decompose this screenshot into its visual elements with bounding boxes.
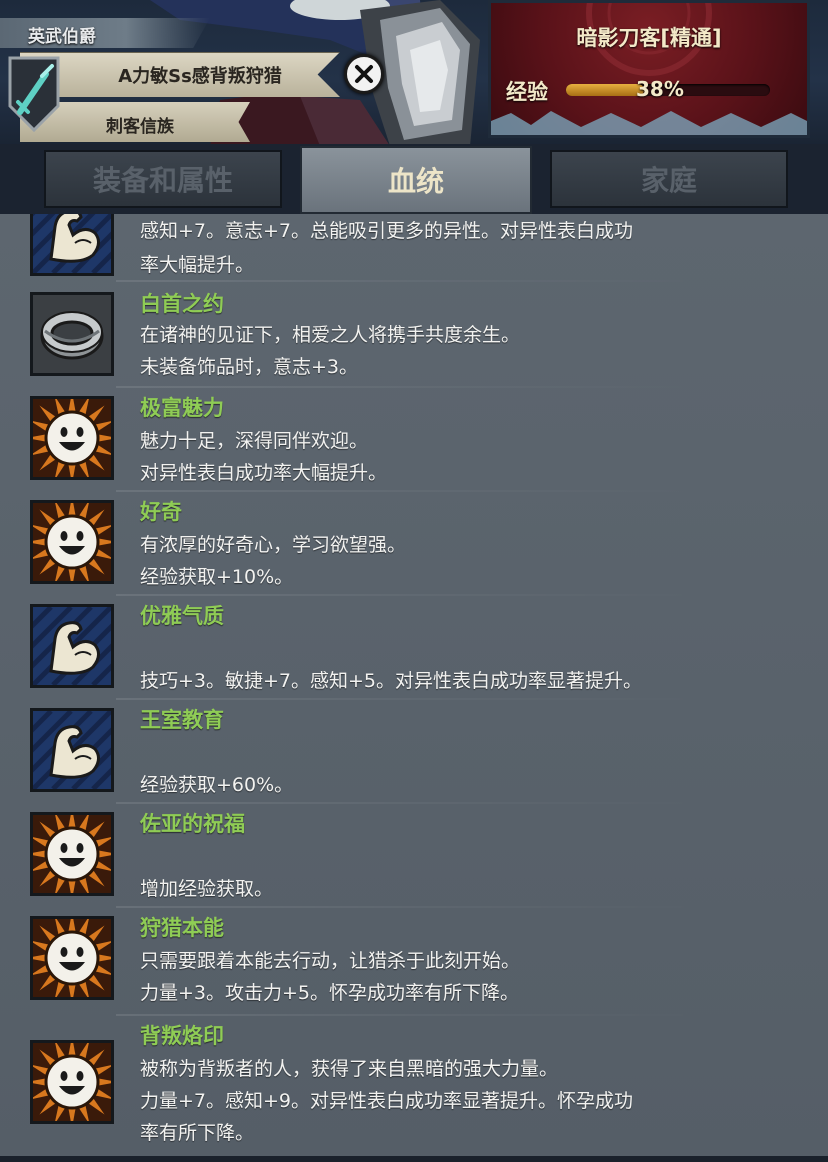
bottom-border [0, 1156, 828, 1162]
ring-icon [30, 292, 114, 376]
clan-name: 刺客信族 [106, 117, 174, 137]
muscle-arm-icon [30, 214, 114, 276]
divider [116, 280, 706, 282]
trait-description: 率大幅提升。 [140, 254, 255, 276]
character-header: 英武伯爵 A力敏Ss感背叛狩猎 刺客信族 暗影刀客[精通] 经验 38% [0, 0, 828, 146]
trait-name: 佐亚的祝福 [140, 812, 245, 836]
divider [116, 490, 706, 492]
muscle-arm-icon [30, 604, 114, 688]
trait-name: 白首之约 [140, 292, 224, 316]
close-button[interactable] [344, 54, 384, 94]
exp-progress-fill [566, 84, 644, 96]
trait-name: 背叛烙印 [140, 1024, 224, 1048]
class-name: 暗影刀客[精通] [576, 26, 722, 50]
trait-description: 技巧+3。敏捷+7。感知+5。对异性表白成功率显著提升。 [140, 670, 643, 692]
trait-description: 率有所下降。 [140, 1122, 255, 1144]
trait-description: 有浓厚的好奇心，学习欲望强。 [140, 534, 407, 556]
trait-description: 感知+7。意志+7。总能吸引更多的异性。对异性表白成功 [140, 220, 634, 242]
trait-description: 经验获取+60%。 [140, 774, 294, 796]
tab-label: 家庭 [640, 164, 697, 197]
trait-description: 被称为背叛者的人，获得了来自黑暗的强大力量。 [140, 1058, 559, 1080]
trait-description: 在诸神的见证下，相爱之人将携手共度余生。 [140, 324, 521, 346]
exp-percent: 38% [636, 77, 684, 101]
trait-description: 增加经验获取。 [140, 878, 274, 900]
muscle-arm-icon [30, 708, 114, 792]
trait-name: 优雅气质 [140, 604, 224, 628]
divider [116, 698, 706, 700]
tab-label: 装备和属性 [92, 164, 233, 197]
trait-description: 力量+7。感知+9。对异性表白成功率显著提升。怀孕成功 [140, 1090, 634, 1112]
smiley-sun-icon [30, 812, 114, 896]
divider [116, 386, 706, 388]
trait-name: 王室教育 [140, 708, 224, 732]
trait-description: 只需要跟着本能去行动，让猎杀于此刻开始。 [140, 950, 521, 972]
divider [116, 1014, 706, 1016]
class-panel [488, 0, 810, 138]
divider [116, 906, 706, 908]
tab-family[interactable]: 家庭 [550, 150, 788, 208]
trait-description: 未装备饰品时，意志+3。 [140, 356, 359, 378]
traits-summary: A力敏Ss感背叛狩猎 [118, 66, 282, 87]
trait-name: 极富魅力 [140, 396, 224, 420]
smiley-sun-icon [30, 500, 114, 584]
dagger-crest-icon [8, 56, 60, 133]
smiley-sun-icon [30, 1040, 114, 1124]
bloodline-trait-list[interactable]: 感知+7。意志+7。总能吸引更多的异性。对异性表白成功 率大幅提升。 白首之约 … [0, 214, 828, 1158]
exp-label: 经验 [506, 80, 548, 104]
noble-title: 英武伯爵 [28, 27, 96, 47]
trait-description: 对异性表白成功率大幅提升。 [140, 462, 388, 484]
divider [116, 594, 706, 596]
tab-label: 血统 [387, 165, 444, 198]
trait-name: 好奇 [140, 500, 182, 524]
trait-description: 经验获取+10%。 [140, 566, 294, 588]
tab-bloodline[interactable]: 血统 [300, 146, 532, 214]
smiley-sun-icon [30, 916, 114, 1000]
close-icon [355, 65, 373, 83]
tab-equipment-attributes[interactable]: 装备和属性 [44, 150, 282, 208]
smiley-sun-icon [30, 396, 114, 480]
divider [116, 802, 706, 804]
trait-name: 狩猎本能 [140, 916, 224, 940]
trait-description: 力量+3。攻击力+5。怀孕成功率有所下降。 [140, 982, 520, 1004]
trait-description: 魅力十足，深得同伴欢迎。 [140, 430, 369, 452]
